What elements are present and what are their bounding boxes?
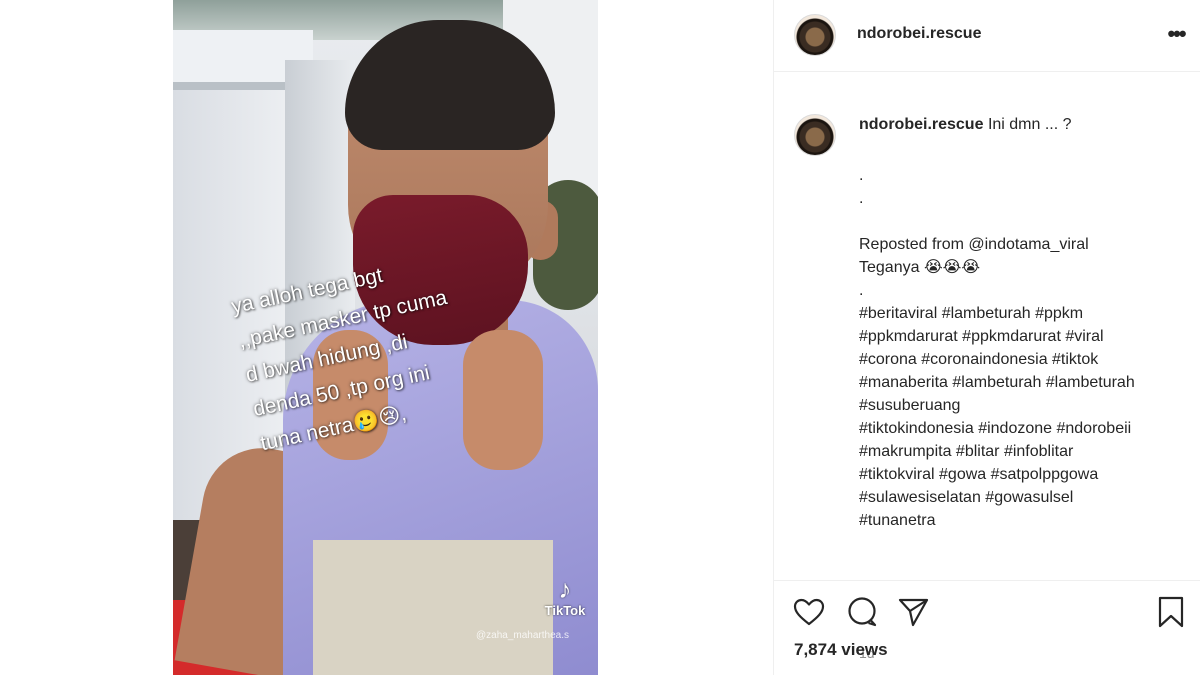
post-panel: ndorobei.rescue ••• ndorobei.rescue Ini … [773,0,1200,675]
heart-icon[interactable] [792,595,826,629]
hashtag-line[interactable]: #beritaviral #lambeturah #ppkm [859,302,1194,325]
avatar[interactable] [794,14,836,56]
hashtag-line[interactable]: #sulawesiselatan #gowasulsel [859,486,1194,509]
caption-line [859,210,1194,233]
hashtag-line[interactable]: #tiktokviral #gowa #satpolppgowa [859,463,1194,486]
post-header: ndorobei.rescue ••• [774,0,1200,72]
share-icon[interactable] [896,595,930,629]
caption-line: . [859,282,864,299]
hashtag-line[interactable]: #ppkmdarurat #ppkmdarurat #viral [859,325,1194,348]
caption-avatar[interactable] [794,114,836,156]
caption-body: . . Reposted from @indotama_viral Tegany… [859,164,1194,532]
hashtag-line[interactable]: #corona #coronaindonesia #tiktok [859,348,1194,371]
comment-icon[interactable] [845,595,879,629]
view-count[interactable]: 7,874 views [794,640,888,660]
tiktok-watermark-label: TikTok [544,603,586,618]
tiktok-note-icon: ♪ [558,574,572,604]
caption-first-line: Ini dmn ... ? [987,116,1072,133]
hashtag-line[interactable]: #tunanetra [859,509,1194,532]
header-username[interactable]: ndorobei.rescue [857,25,981,43]
caption-line: Reposted from @indotama_viral [859,236,1089,253]
more-options-icon[interactable]: ••• [1161,22,1191,52]
hashtag-line[interactable]: #makrumpita #blitar #infoblitar [859,440,1194,463]
tiktok-watermark-handle: @zaha_maharthea.s [476,630,569,641]
hashtag-line[interactable]: #susuberuang [859,394,1194,417]
caption-line: Teganya 😭😭😭 [859,259,981,276]
bookmark-icon[interactable] [1154,595,1188,629]
caption-username[interactable]: ndorobei.rescue [859,116,983,133]
caption-line: . [859,190,864,207]
person-shirt-lower [313,540,553,675]
tiktok-watermark: ♪ TikTok [540,575,590,618]
caption-line: . [859,167,864,184]
caption-head: ndorobei.rescue Ini dmn ... ? [859,116,1072,134]
hashtag-line[interactable]: #manaberita #lambeturah #lambeturah [859,371,1194,394]
post-actions: 7,874 views [774,580,1200,675]
hashtag-line[interactable]: #tiktokindonesia #indozone #ndorobeii [859,417,1194,440]
